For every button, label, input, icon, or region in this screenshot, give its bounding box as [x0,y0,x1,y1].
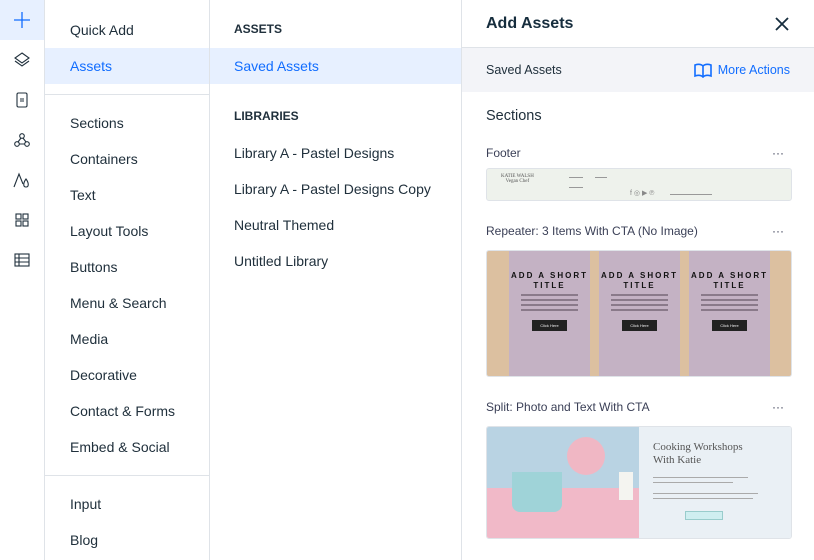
cms-button[interactable] [0,240,44,280]
social-icons: f ◎ ▶ ℗ [630,190,655,197]
card-button: Click Here [622,320,657,331]
category-item[interactable]: Blog [45,522,209,558]
apps-button[interactable] [0,200,44,240]
card-title: ADD A SHORT TITLE [691,271,768,290]
pages-button[interactable] [0,80,44,120]
assets-header: ASSETS [234,22,283,36]
category-item[interactable]: Menu & Search [45,285,209,321]
layers-button[interactable] [0,40,44,80]
theme-button[interactable] [0,160,44,200]
close-icon[interactable] [774,16,790,32]
category-list: Quick Add Assets Sections Containers Tex… [45,0,210,560]
book-icon [693,63,712,78]
split-thumbnail[interactable]: Cooking Workshops With Katie [486,426,792,539]
card-button: Click Here [532,320,567,331]
category-item[interactable]: Input [45,486,209,522]
panel-title: Add Assets [486,14,574,32]
category-item[interactable]: Text [45,177,209,213]
kitchenware-photo [487,427,639,538]
card-title: ADD A SHORT TITLE [601,271,678,290]
more-actions-button[interactable]: More Actions [693,63,790,78]
layers-icon [14,52,30,67]
library-item[interactable]: Library A - Pastel Designs [210,135,461,171]
divider [45,475,209,476]
add-assets-panel: Add Assets Saved Assets More Actions Sec… [462,0,814,560]
more-options-icon[interactable]: ··· [772,224,784,238]
more-options-icon[interactable]: ··· [772,146,784,160]
category-assets[interactable]: Assets [45,48,209,84]
asset-name: Repeater: 3 Items With CTA (No Image) [486,224,698,238]
sections-title: Sections [486,108,542,124]
apps-grid-icon [15,213,29,227]
category-item[interactable]: Buttons [45,249,209,285]
category-item[interactable]: Containers [45,141,209,177]
assets-list: ASSETS Saved Assets LIBRARIES Library A … [210,0,462,560]
connections-button[interactable] [0,120,44,160]
brand-tagline: Vegan Chef [505,179,530,184]
divider [45,94,209,95]
asset-name: Split: Photo and Text With CTA [486,400,650,414]
card-button: Click Here [712,320,747,331]
more-options-icon[interactable]: ··· [772,400,784,414]
page-icon [16,92,28,108]
footer-thumbnail[interactable]: KATIE WALSH Vegan Chef f ◎ ▶ ℗ [486,168,792,201]
saved-assets-item[interactable]: Saved Assets [210,48,461,84]
category-item[interactable]: Layout Tools [45,213,209,249]
plus-icon [14,12,30,28]
library-item[interactable]: Neutral Themed [210,207,461,243]
category-item[interactable]: Embed & Social [45,429,209,465]
connections-icon [14,133,30,147]
text-theme-icon [13,172,29,188]
library-item[interactable]: Library A - Pastel Designs Copy [210,171,461,207]
library-item[interactable]: Untitled Library [210,243,461,279]
table-icon [14,253,30,267]
repeater-thumbnail[interactable]: ADD A SHORT TITLE Click Here ADD A SHORT … [486,250,792,377]
add-elements-button[interactable] [0,0,44,40]
category-item[interactable]: Media [45,321,209,357]
category-quick-add[interactable]: Quick Add [45,12,209,48]
split-heading: Cooking Workshops With Katie [653,441,743,466]
category-item[interactable]: Contact & Forms [45,393,209,429]
category-item[interactable]: Sections [45,105,209,141]
libraries-header: LIBRARIES [234,109,299,123]
panel-subtitle: Saved Assets [486,63,562,77]
asset-name: Footer [486,146,521,160]
category-item[interactable]: Decorative [45,357,209,393]
card-title: ADD A SHORT TITLE [511,271,588,290]
icon-rail [0,0,45,560]
more-actions-label: More Actions [717,63,790,77]
